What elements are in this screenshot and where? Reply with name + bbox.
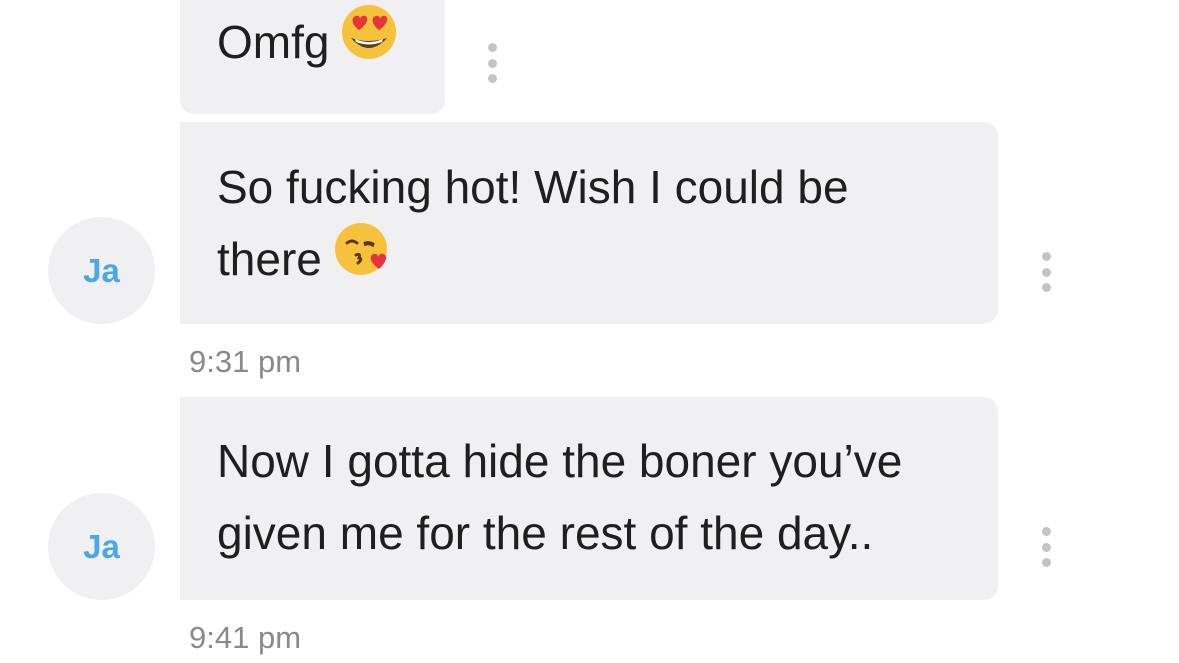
heart-eyes-emoji-icon xyxy=(341,4,397,80)
message-timestamp: 9:31 pm xyxy=(189,344,302,379)
avatar-initials: Ja xyxy=(83,251,120,289)
message-text-line: there xyxy=(217,233,322,285)
message-text-line: So fucking hot! Wish I could be xyxy=(217,161,849,213)
kissing-heart-emoji-icon xyxy=(334,221,392,297)
message-options-icon[interactable] xyxy=(1040,527,1052,567)
message-options-icon[interactable] xyxy=(486,43,498,83)
message-text: Omfg xyxy=(217,16,330,68)
avatar[interactable]: Ja xyxy=(48,493,155,600)
message-bubble[interactable]: Now I gotta hide the boner you’ve given … xyxy=(180,397,998,600)
avatar[interactable]: Ja xyxy=(48,217,155,324)
message-text-line: given me for the rest of the day.. xyxy=(217,507,874,559)
message-bubble[interactable]: So fucking hot! Wish I could be there xyxy=(180,122,998,324)
avatar-initials: Ja xyxy=(83,527,120,565)
message-text-line-wrap: there xyxy=(217,221,998,301)
message-text-line: Now I gotta hide the boner you’ve xyxy=(217,435,903,487)
message-timestamp: 9:41 pm xyxy=(189,620,302,655)
message-bubble[interactable]: Omfg xyxy=(180,0,445,114)
message-options-icon[interactable] xyxy=(1040,252,1052,292)
